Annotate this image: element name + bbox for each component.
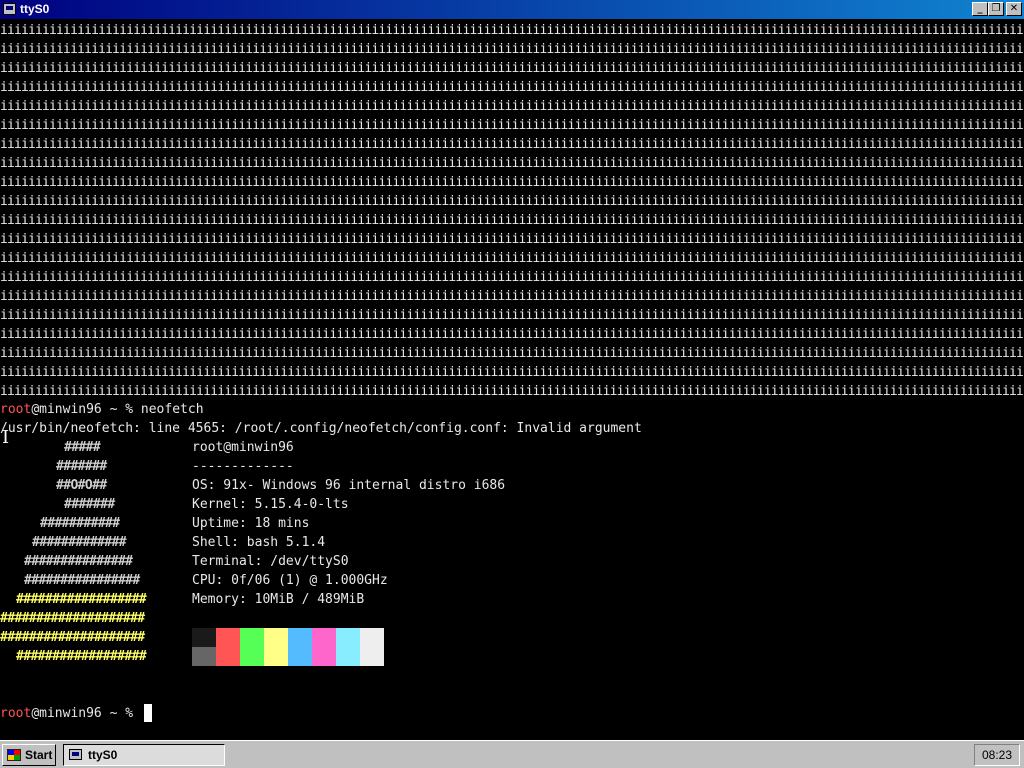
command-text: neofetch: [140, 402, 204, 417]
logo-line: ###############: [24, 554, 133, 569]
fill-line: iiiiiiiiiiiiiiiiiiiiiiiiiiiiiiiiiiiiiiii…: [0, 99, 1024, 114]
logo-line: ##O#O##: [56, 478, 107, 493]
fill-line: iiiiiiiiiiiiiiiiiiiiiiiiiiiiiiiiiiiiiiii…: [0, 346, 1024, 361]
fill-line: iiiiiiiiiiiiiiiiiiiiiiiiiiiiiiiiiiiiiiii…: [0, 289, 1024, 304]
prompt-host: @minwin96: [31, 706, 102, 721]
palette-swatch: [192, 628, 216, 647]
palette-swatch: [336, 647, 360, 666]
terminal-output[interactable]: iiiiiiiiiiiiiiiiiiiiiiiiiiiiiiiiiiiiiiii…: [0, 20, 1024, 740]
logo-line: ##################: [16, 649, 147, 664]
start-button[interactable]: Start: [2, 744, 56, 766]
logo-line: ################: [24, 573, 140, 588]
info-kernel: Kernel: 5.15.4-0-lts: [192, 497, 349, 512]
info-shell: Shell: bash 5.1.4: [192, 535, 326, 550]
info-uptime: Uptime: 18 mins: [192, 516, 310, 531]
info-terminal: Terminal: /dev/ttyS0: [192, 554, 349, 569]
fill-line: iiiiiiiiiiiiiiiiiiiiiiiiiiiiiiiiiiiiiiii…: [0, 118, 1024, 133]
palette-swatch: [336, 628, 360, 647]
fill-line: iiiiiiiiiiiiiiiiiiiiiiiiiiiiiiiiiiiiiiii…: [0, 251, 1024, 266]
palette-swatch: [216, 628, 240, 647]
fill-line: iiiiiiiiiiiiiiiiiiiiiiiiiiiiiiiiiiiiiiii…: [0, 23, 1024, 38]
fill-line: iiiiiiiiiiiiiiiiiiiiiiiiiiiiiiiiiiiiiiii…: [0, 327, 1024, 342]
palette-swatch: [192, 647, 216, 666]
start-label: Start: [25, 748, 53, 762]
palette-swatch: [240, 647, 264, 666]
palette-swatch: [264, 647, 288, 666]
palette-swatch: [312, 647, 336, 666]
error-line: /usr/bin/neofetch: line 4565: /root/.con…: [0, 421, 642, 436]
fill-line: iiiiiiiiiiiiiiiiiiiiiiiiiiiiiiiiiiiiiiii…: [0, 384, 1024, 399]
palette-swatch: [240, 628, 264, 647]
prompt-line-1: root@minwin96 ~ % neofetch: [0, 400, 204, 419]
terminal-icon[interactable]: [3, 3, 16, 15]
info-separator: -------------: [192, 459, 294, 474]
logo-line: #######: [64, 497, 115, 512]
terminal-cursor: [144, 704, 152, 722]
logo-line: ##################: [16, 592, 147, 607]
info-header: root@minwin96: [192, 440, 294, 455]
logo-line: ####################: [0, 630, 145, 645]
prompt-line-2: root@minwin96 ~ %: [0, 704, 141, 723]
close-button[interactable]: ✕: [1006, 2, 1022, 16]
logo-line: #######: [56, 459, 107, 474]
palette-swatch: [288, 628, 312, 647]
fill-line: iiiiiiiiiiiiiiiiiiiiiiiiiiiiiiiiiiiiiiii…: [0, 61, 1024, 76]
taskbar-item-ttys0[interactable]: ttyS0: [63, 744, 225, 766]
clock: 08:23: [981, 748, 1013, 762]
palette-swatch: [360, 647, 384, 666]
terminal-icon: [69, 749, 82, 760]
prompt-rest: ~ %: [101, 402, 141, 417]
text-cursor-icon: I: [2, 427, 10, 448]
fill-line: iiiiiiiiiiiiiiiiiiiiiiiiiiiiiiiiiiiiiiii…: [0, 213, 1024, 228]
fill-line: iiiiiiiiiiiiiiiiiiiiiiiiiiiiiiiiiiiiiiii…: [0, 365, 1024, 380]
info-memory: Memory: 10MiB / 489MiB: [192, 592, 365, 607]
fill-line: iiiiiiiiiiiiiiiiiiiiiiiiiiiiiiiiiiiiiiii…: [0, 270, 1024, 285]
info-cpu: CPU: 0f/06 (1) @ 1.000GHz: [192, 573, 388, 588]
minimize-button[interactable]: _: [972, 2, 988, 16]
system-tray[interactable]: 08:23: [974, 744, 1020, 766]
fill-line: iiiiiiiiiiiiiiiiiiiiiiiiiiiiiiiiiiiiiiii…: [0, 175, 1024, 190]
prompt-host: @minwin96: [31, 402, 102, 417]
palette-swatch: [312, 628, 336, 647]
fill-line: iiiiiiiiiiiiiiiiiiiiiiiiiiiiiiiiiiiiiiii…: [0, 137, 1024, 152]
palette-swatch: [264, 628, 288, 647]
taskbar-item-label: ttyS0: [88, 748, 118, 762]
palette-swatch: [216, 647, 240, 666]
fill-line: iiiiiiiiiiiiiiiiiiiiiiiiiiiiiiiiiiiiiiii…: [0, 232, 1024, 247]
fill-line: iiiiiiiiiiiiiiiiiiiiiiiiiiiiiiiiiiiiiiii…: [0, 80, 1024, 95]
palette-swatch: [288, 647, 312, 666]
windows-logo-icon: [7, 749, 21, 761]
window-titlebar[interactable]: ttyS0 _ ❐ ✕: [0, 0, 1024, 19]
window-title: ttyS0: [20, 2, 50, 16]
fill-line: iiiiiiiiiiiiiiiiiiiiiiiiiiiiiiiiiiiiiiii…: [0, 156, 1024, 171]
prompt-user: root: [0, 706, 32, 721]
fill-line: iiiiiiiiiiiiiiiiiiiiiiiiiiiiiiiiiiiiiiii…: [0, 308, 1024, 323]
logo-line: #####: [64, 440, 101, 455]
logo-line: ####################: [0, 611, 145, 626]
fill-line: iiiiiiiiiiiiiiiiiiiiiiiiiiiiiiiiiiiiiiii…: [0, 42, 1024, 57]
fill-line: iiiiiiiiiiiiiiiiiiiiiiiiiiiiiiiiiiiiiiii…: [0, 194, 1024, 209]
info-os: OS: 91x- Windows 96 internal distro i686: [192, 478, 506, 493]
prompt-rest: ~ %: [101, 706, 141, 721]
taskbar: Start ttyS0 08:23: [0, 740, 1024, 768]
logo-line: ###########: [40, 516, 120, 531]
logo-line: #############: [32, 535, 127, 550]
prompt-user: root: [0, 402, 32, 417]
palette-swatch: [360, 628, 384, 647]
maximize-button[interactable]: ❐: [988, 2, 1004, 16]
